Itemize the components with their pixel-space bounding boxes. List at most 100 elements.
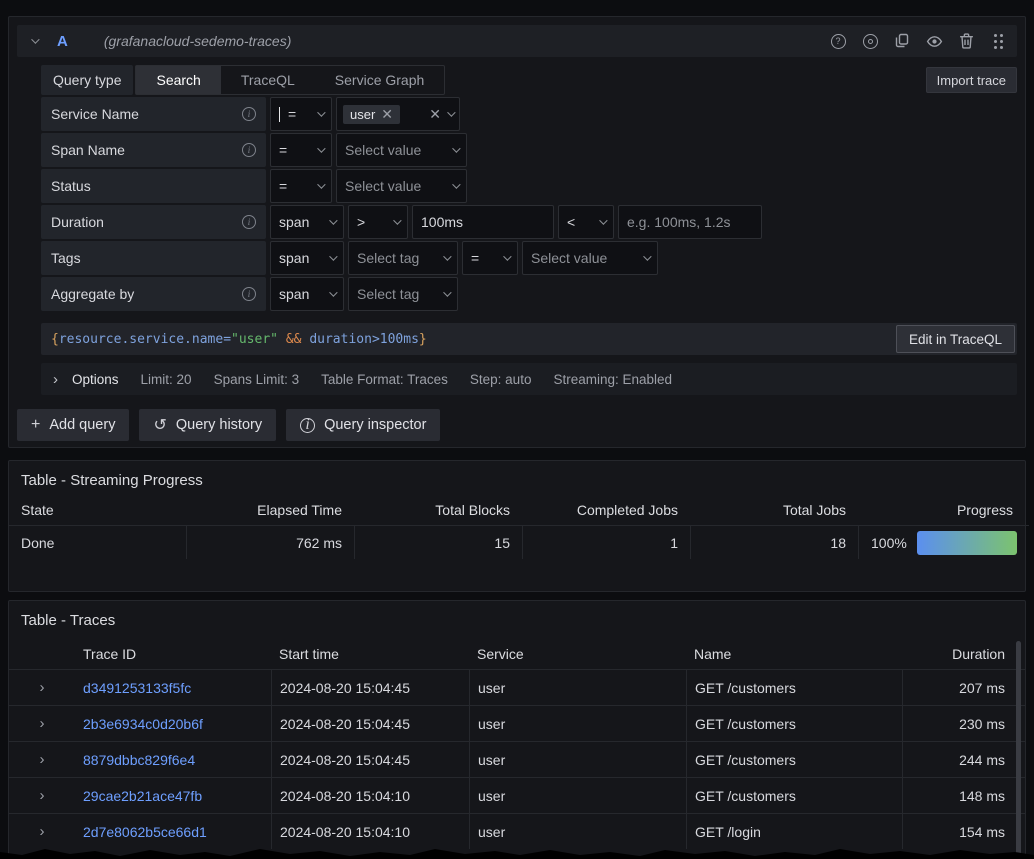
service-name-operator-select[interactable]: = [270,97,332,131]
info-icon[interactable]: i [242,107,256,121]
collapse-query-button[interactable] [27,38,41,44]
tab-search[interactable]: Search [136,66,220,94]
duration-max-input[interactable] [618,205,762,239]
column-header-total-jobs[interactable]: Total Jobs [690,495,858,525]
cell-service: user [469,813,686,849]
cell-name: GET /customers [686,741,902,777]
span-name-operator-select[interactable]: = [270,133,332,167]
streaming-table-header: State Elapsed Time Total Blocks Complete… [9,495,1025,525]
chevron-right-icon[interactable]: › [53,371,58,388]
table-row: › 29cae2b21ace47fb 2024-08-20 15:04:10 u… [9,777,1025,813]
options-toggle[interactable]: Options [72,372,119,387]
info-icon[interactable]: i [242,143,256,157]
cell-duration: 154 ms [902,813,1025,849]
column-header-elapsed-time[interactable]: Elapsed Time [186,495,354,525]
chevron-down-icon [329,252,337,260]
trace-id-link[interactable]: 8879dbbc829f6e4 [75,741,271,777]
cell-name: GET /customers [686,669,902,705]
query-type-row: Query type Search TraceQL Service Graph … [41,65,1017,95]
tab-service-graph[interactable]: Service Graph [315,66,444,94]
table-scrollbar[interactable] [1016,641,1021,858]
cell-duration: 244 ms [902,741,1025,777]
edit-in-traceql-button[interactable]: Edit in TraceQL [896,325,1015,353]
row-expander-icon[interactable]: › [9,777,75,813]
column-header-duration[interactable]: Duration [902,639,1025,669]
column-header-completed-jobs[interactable]: Completed Jobs [522,495,690,525]
row-expander-icon[interactable]: › [9,741,75,777]
tab-traceql[interactable]: TraceQL [221,66,315,94]
column-header-service[interactable]: Service [469,639,686,669]
help-icon[interactable]: ? [829,32,847,50]
remove-chip-icon[interactable]: ✕ [381,107,393,121]
tags-operator-select[interactable]: = [462,241,518,275]
column-header-trace-id[interactable]: Trace ID [75,639,271,669]
trace-id-link[interactable]: 2b3e6934c0d20b6f [75,705,271,741]
query-history-button[interactable]: ↺ Query history [139,409,276,441]
duration-label: Duration i [41,205,266,239]
cell-name: GET /customers [686,777,902,813]
aggregate-tag-select[interactable]: Select tag [348,277,458,311]
row-expander-icon[interactable]: › [9,669,75,705]
trace-id-link[interactable]: d3491253133f5fc [75,669,271,705]
row-expander-icon[interactable]: › [9,705,75,741]
eye-icon[interactable] [925,32,943,50]
traceql-query-text: {resource.service.name="user" && duratio… [51,332,427,347]
column-header-state[interactable]: State [9,495,186,525]
cell-progress: 100% [858,525,1029,559]
chevron-down-icon [31,35,39,43]
add-query-button[interactable]: + Add query [17,409,129,441]
streaming-table-row: Done 762 ms 15 1 18 100% [9,525,1025,559]
chevron-down-icon [329,288,337,296]
column-header-start-time[interactable]: Start time [271,639,469,669]
import-trace-button[interactable]: Import trace [926,67,1017,93]
duration-min-operator-select[interactable]: > [348,205,408,239]
cell-start-time: 2024-08-20 15:04:45 [271,741,469,777]
duration-min-input[interactable] [412,205,554,239]
tags-value-select[interactable]: Select value [522,241,658,275]
status-operator-select[interactable]: = [270,169,332,203]
chevron-down-icon [317,180,325,188]
cell-elapsed-time: 762 ms [186,525,354,559]
tags-scope-select[interactable]: span [270,241,344,275]
traceql-preview: {resource.service.name="user" && duratio… [41,323,1017,355]
clear-selection-icon[interactable]: ✕ [429,107,441,121]
span-name-row: Span Name i = Select value [41,133,1017,167]
query-editor-panel: A (grafanacloud-sedemo-traces) ? [8,16,1026,448]
status-value-select[interactable]: Select value [336,169,467,203]
info-icon[interactable]: i [242,215,256,229]
options-bar: › Options Limit: 20 Spans Limit: 3 Table… [41,363,1017,395]
trace-id-link[interactable]: 29cae2b21ace47fb [75,777,271,813]
selected-value-chip[interactable]: user ✕ [343,105,400,124]
column-header-progress[interactable]: Progress [858,495,1025,525]
query-inspector-button[interactable]: i Query inspector [286,409,440,441]
cell-start-time: 2024-08-20 15:04:45 [271,669,469,705]
aggregate-scope-select[interactable]: span [270,277,344,311]
cell-service: user [469,741,686,777]
duration-row: Duration i span > < [41,205,1017,239]
column-header-name[interactable]: Name [686,639,902,669]
drag-handle-icon[interactable] [989,32,1007,50]
query-type-tabs: Search TraceQL Service Graph [135,65,445,95]
chevron-down-icon [452,144,460,152]
info-icon[interactable]: i [242,287,256,301]
column-header-total-blocks[interactable]: Total Blocks [354,495,522,525]
service-name-value-select[interactable]: user ✕ ✕ [336,97,460,131]
service-name-label: Service Name i [41,97,266,131]
duration-max-operator-select[interactable]: < [558,205,614,239]
cell-duration: 148 ms [902,777,1025,813]
copy-icon[interactable] [893,32,911,50]
plus-icon: + [31,416,40,434]
trash-icon[interactable] [957,32,975,50]
option-step: Step: auto [470,372,532,387]
span-name-label: Span Name i [41,133,266,167]
duration-scope-select[interactable]: span [270,205,344,239]
record-circle-icon[interactable] [861,32,879,50]
tags-tag-select[interactable]: Select tag [348,241,458,275]
trace-id-link[interactable]: 2d7e8062b5ce66d1 [75,813,271,849]
span-name-value-select[interactable]: Select value [336,133,467,167]
option-spans-limit: Spans Limit: 3 [214,372,300,387]
cell-name: GET /login [686,813,902,849]
streaming-progress-panel: Table - Streaming Progress State Elapsed… [8,460,1026,592]
row-expander-icon[interactable]: › [9,813,75,849]
column-header-expander [9,639,75,669]
